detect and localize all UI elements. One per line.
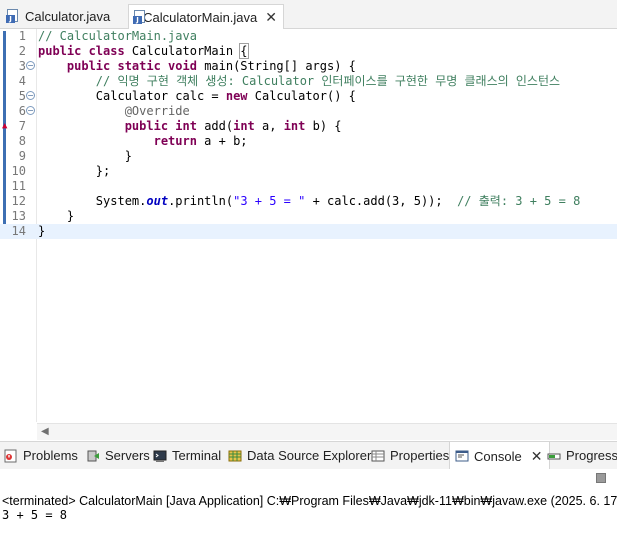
code-line[interactable]: 12 System.out.println("3 + 5 = " + calc.…: [0, 194, 617, 209]
code-line[interactable]: 10 };: [0, 164, 617, 179]
code-text: // CalculatorMain.java: [38, 29, 197, 43]
tab-servers[interactable]: Servers: [86, 442, 150, 469]
editor-tab-bar: J Calculator.java J CalculatorMain.java …: [0, 0, 617, 29]
tab-label: Console: [474, 448, 522, 464]
line-number: 7: [18, 119, 26, 133]
tab-data-source-explorer[interactable]: Data Source Explorer: [228, 442, 371, 469]
line-number: 14: [11, 224, 26, 238]
code-text: public static void main(String[] args) {: [66, 59, 356, 73]
progress-icon: [547, 453, 561, 459]
code-text: }: [38, 224, 46, 238]
properties-icon: [371, 450, 385, 461]
code-text: return a + b;: [153, 134, 248, 148]
java-file-icon: J: [6, 9, 20, 23]
code-editor[interactable]: 1 // CalculatorMain.java 2 public class Cal…: [0, 29, 617, 440]
code-line[interactable]: 7 ▲ public int add(int a, int b) {: [0, 119, 617, 134]
code-line[interactable]: 5− Calculator calc = new Calculator() {: [0, 89, 617, 104]
tab-label: Progress: [566, 448, 617, 463]
code-line[interactable]: 6− @Override: [0, 104, 617, 119]
tab-label: Properties: [390, 448, 450, 463]
terminate-icon[interactable]: [596, 473, 606, 483]
code-line[interactable]: 11: [0, 179, 617, 194]
console-output: 3 + 5 = 8: [2, 508, 68, 522]
console-status-line: <terminated> CalculatorMain [Java Applic…: [2, 494, 617, 508]
code-line[interactable]: 9 }: [0, 149, 617, 164]
tab-label: Data Source Explorer: [247, 448, 372, 463]
code-text: // 익명 구현 객체 생성: Calculator 인터페이스를 구현한 무명…: [95, 74, 561, 88]
tab-problems[interactable]: Problems: [4, 442, 78, 469]
close-icon[interactable]: ✕: [265, 10, 277, 24]
horizontal-scrollbar[interactable]: ◀: [37, 423, 617, 440]
fold-toggle-icon[interactable]: −: [26, 91, 35, 100]
line-number: 3: [18, 59, 26, 73]
tab-label: Terminal: [172, 448, 222, 463]
console-view[interactable]: <terminated> CalculatorMain [Java Applic…: [0, 487, 617, 538]
code-line[interactable]: 8 return a + b;: [0, 134, 617, 149]
code-text: }: [38, 209, 75, 223]
console-toolbar: [0, 469, 617, 487]
tab-label: Calculator.java: [25, 8, 111, 24]
line-number: 4: [18, 74, 26, 88]
line-number: 10: [11, 164, 26, 178]
code-text: System.out.println("3 + 5 = " + calc.add…: [38, 194, 581, 208]
code-line[interactable]: 3− public static void main(String[] args…: [0, 59, 617, 74]
code-text: }: [38, 149, 132, 163]
terminal-icon: [153, 450, 167, 462]
tab-terminal[interactable]: Terminal: [153, 442, 221, 469]
data-source-icon: [228, 450, 242, 461]
tab-label: Problems: [23, 448, 78, 463]
bottom-panel-tab-bar: Problems Servers Terminal Data Source Ex…: [0, 441, 617, 470]
tab-calculator-java[interactable]: J Calculator.java: [2, 4, 126, 28]
tab-label: CalculatorMain.java: [143, 9, 258, 25]
code-text: public int add(int a, int b) {: [124, 119, 342, 133]
override-marker-icon: ▲: [2, 121, 8, 131]
servers-icon: [87, 450, 99, 461]
console-icon: [455, 450, 469, 462]
problems-icon: [4, 449, 17, 462]
java-file-icon: J: [133, 10, 145, 24]
line-number: 12: [11, 194, 26, 208]
scroll-left-icon[interactable]: ◀: [41, 426, 49, 437]
line-number: 6: [18, 104, 26, 118]
code-line[interactable]: 2 public class CalculatorMain {: [0, 43, 617, 59]
tab-properties[interactable]: Properties: [371, 442, 449, 469]
code-line[interactable]: 4 // 익명 구현 객체 생성: Calculator 인터페이스를 구현한 …: [0, 74, 617, 89]
line-number: 11: [11, 179, 26, 193]
code-text: Calculator calc = new Calculator() {: [38, 89, 356, 103]
fold-toggle-icon[interactable]: −: [26, 106, 35, 115]
tab-progress[interactable]: Progress: [547, 442, 617, 469]
line-number: 2: [18, 44, 26, 58]
code-text: @Override: [124, 104, 190, 118]
line-number: 13: [11, 209, 26, 223]
tab-label: Servers: [105, 448, 150, 463]
line-number: 1: [18, 29, 26, 43]
line-number: 9: [18, 149, 26, 163]
fold-toggle-icon[interactable]: −: [26, 61, 35, 70]
code-line[interactable]: 13 }: [0, 209, 617, 224]
code-line[interactable]: 1 // CalculatorMain.java: [0, 29, 617, 44]
line-number: 5: [18, 89, 26, 103]
code-text: };: [38, 164, 111, 178]
line-number: 8: [18, 134, 26, 148]
close-icon[interactable]: ✕: [531, 449, 543, 463]
tab-calculatormain-java[interactable]: J CalculatorMain.java ✕: [128, 4, 284, 29]
code-line[interactable]: 14}: [0, 224, 617, 239]
code-text: public class CalculatorMain {: [38, 43, 249, 59]
tab-console[interactable]: Console ✕: [449, 442, 551, 470]
